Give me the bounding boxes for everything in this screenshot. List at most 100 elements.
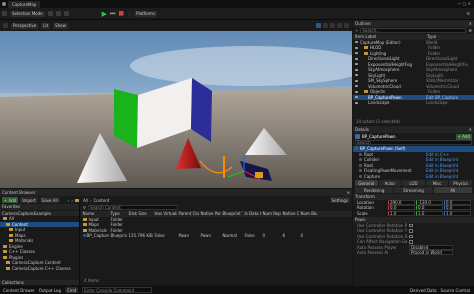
table-row[interactable]: BP_CapturePaBlueprint Cl135.796 KiBFalse… — [81, 233, 352, 239]
checkbox[interactable] — [409, 223, 413, 227]
eye-icon[interactable] — [355, 63, 358, 66]
checkbox[interactable] — [409, 229, 413, 233]
cmd-selector[interactable]: Cmd — [65, 287, 79, 293]
column-header[interactable]: Native Comp — [281, 211, 300, 216]
console-input[interactable]: Enter Console Command — [82, 287, 153, 293]
location-y-field[interactable]: -120.0 — [416, 199, 443, 205]
mode-selector[interactable]: Selection Mode — [10, 10, 45, 17]
back-icon[interactable]: ‹ — [68, 198, 70, 203]
platforms-button[interactable]: Platforms — [134, 10, 158, 17]
filter-tab[interactable]: Actor — [378, 180, 402, 186]
more-icon[interactable]: ⋮ — [127, 11, 131, 16]
cb-tree-item[interactable]: CameraCapture C++ Classes — [0, 266, 79, 272]
rotate-icon[interactable] — [323, 23, 328, 28]
column-header[interactable]: Native Parent — [199, 211, 222, 216]
component-row[interactable]: FloatingPawnMovement Edit in Blueprint — [353, 168, 474, 174]
scale-x-field[interactable]: 1.0 — [388, 210, 415, 216]
derived-data-button[interactable]: Derived Data — [410, 288, 437, 293]
component-row[interactable]: Capture Edit in Blueprint — [353, 174, 474, 180]
collections-header[interactable]: Collections — [0, 279, 79, 285]
filter-tab[interactable]: General — [355, 180, 378, 186]
component-row[interactable]: Collider Edit in Blueprint — [353, 157, 474, 163]
column-header[interactable]: Name — [81, 211, 109, 216]
cinematics-icon[interactable] — [63, 11, 69, 16]
column-header[interactable]: Is Data Only — [243, 211, 262, 216]
play-icon[interactable]: ▶ — [102, 10, 107, 18]
auto-possess-player-select[interactable]: Disabled — [409, 244, 453, 250]
window-controls[interactable]: — ▢ ✕ — [457, 1, 471, 6]
add-icon[interactable]: + — [355, 28, 358, 33]
filter-icon[interactable]: ⚲ — [83, 205, 86, 210]
component-row[interactable]: Root Edit in Blueprint — [353, 163, 474, 169]
component-edit-link[interactable]: Edit in C++ — [426, 152, 449, 157]
details-tab[interactable]: Details ✕ — [353, 126, 474, 133]
snap-icon[interactable] — [337, 23, 342, 28]
path-all[interactable]: All — [83, 198, 88, 203]
path-content[interactable]: Content — [94, 198, 110, 203]
scale-y-field[interactable]: 1.0 — [416, 210, 443, 216]
outliner-row[interactable]: SkyLight SkyLight — [353, 73, 474, 79]
filter-tab[interactable]: Misc — [425, 180, 449, 186]
column-header[interactable]: Has Virtualize — [153, 211, 178, 216]
close-icon[interactable]: ✕ — [469, 21, 472, 26]
eye-icon[interactable] — [355, 101, 358, 104]
filter-tab[interactable]: LOD — [402, 180, 425, 186]
close-icon[interactable]: ✕ — [469, 127, 472, 132]
rotation-y-field[interactable]: 0.0 — [416, 205, 443, 211]
column-header[interactable]: Type — [109, 211, 127, 216]
rotation-x-field[interactable]: 0.0 — [388, 205, 415, 211]
level-viewport[interactable] — [0, 31, 370, 188]
eye-icon[interactable] — [355, 52, 358, 55]
column-header[interactable]: Parent Class — [177, 211, 200, 216]
eye-icon[interactable] — [355, 79, 358, 82]
location-x-field[interactable]: 290.0 — [388, 199, 415, 205]
cb-search[interactable]: Search Content — [87, 205, 178, 210]
lit-button[interactable]: Lit — [41, 22, 51, 29]
hamburger-icon[interactable] — [3, 23, 8, 28]
close-icon[interactable]: ✕ — [347, 190, 350, 195]
scale-icon[interactable] — [330, 23, 335, 28]
blueprint-icon[interactable] — [55, 11, 61, 16]
outliner-row[interactable]: CaptureMap (Editor) World — [353, 40, 474, 46]
cb-settings-button[interactable]: Settings — [329, 197, 350, 203]
checkbox[interactable] — [409, 234, 413, 238]
checkbox[interactable] — [409, 240, 413, 244]
save-icon[interactable] — [2, 11, 7, 16]
filter-tab[interactable]: Physics — [449, 180, 472, 186]
outliner-row[interactable]: SkyAtmosphere SkyAtmosphere — [353, 67, 474, 73]
eye-icon[interactable] — [355, 90, 358, 93]
move-icon[interactable] — [316, 23, 321, 28]
content-drawer-button[interactable]: Content Drawer — [3, 288, 35, 293]
component-edit-link[interactable]: Edit in Blueprint — [426, 163, 458, 168]
column-header[interactable]: Num Replica — [261, 211, 282, 216]
outliner-row[interactable]: VolumetricCloud VolumetricCloud — [353, 84, 474, 90]
filter-tab[interactable]: Streaming — [394, 187, 433, 193]
outliner-tab[interactable]: Outliner ✕ — [353, 20, 474, 27]
settings-icon[interactable]: ⚙ — [466, 11, 470, 16]
component-edit-link[interactable]: Edit in Blueprint — [426, 174, 458, 179]
eye-icon[interactable] — [355, 85, 358, 88]
cb-save-all-button[interactable]: Save All — [39, 197, 60, 203]
scale-z-field[interactable]: 1.0 — [444, 210, 471, 216]
outliner-row[interactable]: Objects Folder — [353, 89, 474, 95]
forward-icon[interactable]: › — [71, 198, 73, 203]
favorites-header[interactable]: Favorites — [0, 204, 79, 210]
column-header[interactable]: Num Blue — [299, 211, 318, 216]
eye-icon[interactable] — [355, 68, 358, 71]
column-header[interactable]: Blueprint Typ — [221, 211, 244, 216]
component-edit-link[interactable]: Edit in Blueprint — [426, 157, 458, 162]
eye-icon[interactable] — [355, 96, 358, 99]
outliner-row[interactable]: SM_SkySphere StaticMeshActor — [353, 78, 474, 84]
rotation-z-field[interactable]: 0.0 — [444, 205, 471, 211]
output-log-button[interactable]: Output Log — [39, 288, 61, 293]
add-actor-icon[interactable] — [47, 11, 53, 16]
show-button[interactable]: Show — [53, 22, 68, 29]
content-browser-tab[interactable]: Content Browser ✕ — [0, 189, 352, 196]
camera-speed-icon[interactable] — [344, 23, 349, 28]
perspective-button[interactable]: Perspective — [11, 22, 39, 29]
component-search[interactable]: Search — [355, 140, 472, 145]
outliner-row[interactable]: DirectionalLight DirectionalLight — [353, 56, 474, 62]
column-header[interactable]: Disk Size — [127, 211, 153, 216]
level-tab[interactable]: CaptureMap — [8, 0, 41, 8]
outliner-row[interactable]: Lighting Folder — [353, 51, 474, 57]
